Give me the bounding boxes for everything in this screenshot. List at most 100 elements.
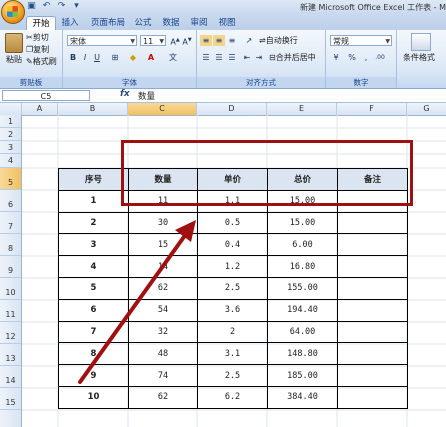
font-color-icon[interactable]: A bbox=[145, 52, 157, 63]
cell-notes[interactable] bbox=[337, 276, 408, 300]
cell-total[interactable]: 155.00 bbox=[267, 276, 338, 300]
select-all-button[interactable] bbox=[0, 103, 22, 115]
row-header-12[interactable]: 12 bbox=[0, 322, 21, 344]
cell-notes[interactable] bbox=[337, 385, 408, 409]
row-header-13[interactable]: 13 bbox=[0, 344, 21, 366]
cell-notes[interactable] bbox=[337, 342, 408, 366]
column-header-g[interactable]: G bbox=[407, 103, 446, 115]
cell-unit-price[interactable]: 0.4 bbox=[197, 233, 268, 257]
cell-unit-price[interactable]: 6.2 bbox=[197, 385, 268, 409]
redo-icon[interactable]: ↷ bbox=[56, 1, 67, 12]
cell-quantity[interactable]: 30 bbox=[128, 211, 198, 235]
row-header-8[interactable]: 8 bbox=[0, 234, 21, 256]
column-header-b[interactable]: B bbox=[58, 103, 128, 115]
increase-decimal-icon[interactable]: .00 bbox=[374, 52, 386, 63]
cell-unit-price[interactable]: 2.5 bbox=[197, 364, 268, 387]
cell-index[interactable]: 9 bbox=[58, 364, 129, 387]
formula-input[interactable]: 数量 bbox=[138, 90, 155, 102]
row-header-14[interactable]: 14 bbox=[0, 366, 21, 388]
cell-total[interactable]: 194.40 bbox=[267, 298, 338, 322]
tab-review[interactable]: 审阅 bbox=[188, 16, 210, 30]
cell-notes[interactable] bbox=[337, 298, 408, 322]
row-header-6[interactable]: 6 bbox=[0, 190, 21, 212]
cell-quantity[interactable]: 74 bbox=[128, 364, 198, 387]
cell-total[interactable]: 15.00 bbox=[267, 211, 338, 235]
cell-notes[interactable] bbox=[337, 211, 408, 235]
underline-icon[interactable]: U bbox=[91, 52, 103, 63]
cell-index[interactable]: 4 bbox=[58, 255, 129, 278]
comma-style-icon[interactable]: , bbox=[360, 52, 372, 63]
row-header-1[interactable]: 1 bbox=[0, 115, 21, 128]
cell-quantity[interactable]: 32 bbox=[128, 320, 198, 344]
cell-total[interactable]: 148.80 bbox=[267, 342, 338, 366]
cell-notes[interactable] bbox=[337, 255, 408, 278]
row-header-9[interactable]: 9 bbox=[0, 256, 21, 278]
tab-formulas[interactable]: 公式 bbox=[132, 16, 154, 30]
format-painter-button[interactable]: ✎格式刷 bbox=[26, 56, 57, 67]
italic-icon[interactable]: I bbox=[79, 52, 91, 63]
cell-total[interactable]: 64.00 bbox=[267, 320, 338, 344]
cut-button[interactable]: ✂剪切 bbox=[26, 32, 49, 43]
align-left-icon[interactable]: ☰ bbox=[200, 52, 212, 63]
column-header-f[interactable]: F bbox=[337, 103, 407, 115]
cell-index[interactable]: 2 bbox=[58, 211, 129, 235]
tab-page-layout[interactable]: 页面布局 bbox=[88, 16, 128, 30]
cell-quantity[interactable]: 62 bbox=[128, 276, 198, 300]
tab-view[interactable]: 视图 bbox=[216, 16, 238, 30]
insert-function-icon[interactable]: fx bbox=[120, 89, 130, 99]
cell-index[interactable]: 6 bbox=[58, 298, 129, 322]
column-header-c[interactable]: C bbox=[128, 103, 197, 115]
align-middle-icon[interactable]: ≡ bbox=[213, 35, 225, 46]
row-header-3[interactable]: 3 bbox=[0, 141, 21, 154]
cell-index[interactable]: 1 bbox=[58, 189, 129, 213]
align-bottom-icon[interactable]: ≡ bbox=[226, 35, 238, 46]
orientation-icon[interactable]: ↗ bbox=[243, 35, 255, 46]
cell-unit-price[interactable]: 0.5 bbox=[197, 211, 268, 235]
border-icon[interactable]: ⊞ bbox=[109, 52, 121, 63]
column-header-d[interactable]: D bbox=[197, 103, 267, 115]
row-header-5[interactable]: 5 bbox=[0, 168, 21, 190]
cell-total[interactable]: 16.80 bbox=[267, 255, 338, 278]
cell-total[interactable]: 384.40 bbox=[267, 385, 338, 409]
row-header-11[interactable]: 11 bbox=[0, 300, 21, 322]
cell-index[interactable]: 3 bbox=[58, 233, 129, 257]
tab-data[interactable]: 数据 bbox=[160, 16, 182, 30]
grow-font-icon[interactable]: A▲ bbox=[169, 35, 181, 47]
cell-notes[interactable] bbox=[337, 320, 408, 344]
fill-color-icon[interactable]: ◆ bbox=[127, 52, 139, 63]
merge-center-button[interactable]: ⊟合并后居中 bbox=[269, 52, 316, 63]
percent-icon[interactable]: % bbox=[346, 52, 358, 63]
font-name-select[interactable]: 宋体 ▼ bbox=[67, 35, 137, 46]
cell-quantity[interactable]: 14 bbox=[128, 255, 198, 278]
row-header-10[interactable]: 10 bbox=[0, 278, 21, 300]
cell-index[interactable]: 10 bbox=[58, 385, 129, 409]
cell-unit-price[interactable]: 2 bbox=[197, 320, 268, 344]
cell-unit-price[interactable]: 3.1 bbox=[197, 342, 268, 366]
row-header-2[interactable]: 2 bbox=[0, 128, 21, 141]
cell-total[interactable]: 185.00 bbox=[267, 364, 338, 387]
align-center-icon[interactable]: ☰ bbox=[213, 52, 225, 63]
cell-notes[interactable] bbox=[337, 233, 408, 257]
name-box[interactable]: C5 bbox=[2, 90, 90, 101]
customize-qat-icon[interactable]: ▾ bbox=[71, 1, 82, 12]
cell-notes[interactable] bbox=[337, 364, 408, 387]
conditional-formatting-button[interactable]: 条件格式 bbox=[403, 52, 435, 63]
office-button[interactable] bbox=[1, 0, 25, 24]
tab-insert[interactable]: 插入 bbox=[58, 16, 82, 30]
shrink-font-icon[interactable]: A▼ bbox=[181, 35, 193, 47]
header-cell-index[interactable]: 序号 bbox=[58, 168, 129, 191]
cell-unit-price[interactable]: 1.2 bbox=[197, 255, 268, 278]
align-right-icon[interactable]: ☰ bbox=[226, 52, 238, 63]
font-size-select[interactable]: 11 ▼ bbox=[140, 35, 166, 46]
cell-quantity[interactable]: 48 bbox=[128, 342, 198, 366]
row-header-7[interactable]: 7 bbox=[0, 212, 21, 234]
paste-button[interactable]: 粘贴 bbox=[6, 54, 22, 65]
cell-total[interactable]: 6.00 bbox=[267, 233, 338, 257]
tab-home[interactable]: 开始 bbox=[26, 16, 56, 31]
cell-unit-price[interactable]: 3.6 bbox=[197, 298, 268, 322]
column-header-a[interactable]: A bbox=[22, 103, 58, 115]
cell-quantity[interactable]: 54 bbox=[128, 298, 198, 322]
wrap-text-button[interactable]: ⇌自动换行 bbox=[259, 35, 298, 46]
currency-icon[interactable]: ¥ bbox=[330, 52, 342, 63]
cell-unit-price[interactable]: 2.5 bbox=[197, 276, 268, 300]
